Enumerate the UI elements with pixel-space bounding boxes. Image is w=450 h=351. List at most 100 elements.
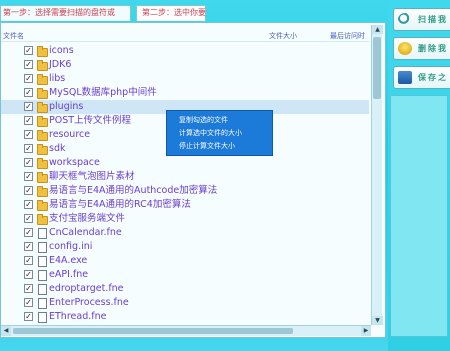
- row-name: 易语言与E4A通用的Authcode加密算法: [49, 185, 218, 196]
- row-name: config.ini: [49, 241, 93, 252]
- file-icon: [37, 228, 47, 239]
- row-name: plugins: [49, 101, 84, 112]
- file-icon: [37, 298, 47, 309]
- list-item[interactable]: ✓ EThread.fne: [1, 310, 369, 324]
- tab-step-2[interactable]: 第二步：选中你要删的: [136, 5, 206, 21]
- menu-item-calc-size[interactable]: 计算选中文件的大小: [167, 127, 272, 140]
- row-checkbox[interactable]: ✓: [24, 200, 33, 209]
- folder-icon: [37, 102, 48, 113]
- column-header-name[interactable]: 文件名: [3, 31, 24, 41]
- folder-icon: [37, 200, 48, 211]
- row-checkbox[interactable]: ✓: [24, 312, 33, 321]
- row-checkbox[interactable]: ✓: [24, 130, 33, 139]
- row-checkbox[interactable]: ✓: [24, 74, 33, 83]
- row-name: sdk: [49, 143, 66, 154]
- save-button[interactable]: 保存之: [393, 66, 450, 89]
- folder-icon: [37, 186, 48, 197]
- row-checkbox[interactable]: ✓: [24, 270, 33, 279]
- row-checkbox[interactable]: ✓: [24, 242, 33, 251]
- file-icon: [37, 284, 47, 295]
- file-list-panel: 文件名 文件大小 最后访问时 ✓ icons ✓ JDK6 ✓ libs ✓ MySQL数据库…: [0, 22, 386, 338]
- file-icon: [37, 256, 47, 267]
- folder-icon: [37, 172, 48, 183]
- row-checkbox[interactable]: ✓: [24, 158, 33, 167]
- folder-icon: [37, 130, 48, 141]
- row-name: CnCalendar.fne: [49, 227, 122, 238]
- row-checkbox[interactable]: ✓: [24, 60, 33, 69]
- tab-step-1[interactable]: 第一步：选择需要扫描的盘符或: [0, 5, 131, 21]
- file-icon: [37, 270, 47, 281]
- disk-icon: [398, 71, 412, 84]
- bulb-icon: [398, 42, 412, 55]
- row-name: POST上传文件例程: [49, 115, 132, 126]
- menu-item-stop-calc[interactable]: 停止计算文件大小: [167, 140, 272, 153]
- list-item[interactable]: ✓ EnterProcess.fne: [1, 296, 369, 310]
- scan-button-label: 扫描我: [418, 15, 448, 24]
- folder-icon: [37, 116, 48, 127]
- delete-button[interactable]: 删除我: [393, 37, 450, 60]
- list-item[interactable]: ✓ CnCalendar.fne: [1, 226, 369, 240]
- row-checkbox[interactable]: ✓: [24, 284, 33, 293]
- folder-icon: [37, 144, 48, 155]
- scroll-thumb[interactable]: [373, 37, 381, 99]
- folder-icon: [37, 60, 48, 71]
- file-rows: ✓ icons ✓ JDK6 ✓ libs ✓ MySQL数据库php中间件 ✓ plugins ✓…: [1, 44, 369, 324]
- row-name: 易语言与E4A通用的RC4加密算法: [49, 199, 191, 210]
- row-checkbox[interactable]: ✓: [24, 186, 33, 195]
- row-name: 聊天框气泡图片素材: [49, 171, 135, 182]
- menu-item-copy-checked[interactable]: 复制勾选的文件: [167, 114, 272, 127]
- row-checkbox[interactable]: ✓: [24, 298, 33, 307]
- row-name: EThread.fne: [49, 311, 107, 322]
- scroll-left-icon[interactable]: ◀: [1, 326, 11, 336]
- list-item[interactable]: ✓ 易语言与E4A通用的RC4加密算法: [1, 198, 369, 212]
- row-checkbox[interactable]: ✓: [24, 116, 33, 125]
- row-checkbox[interactable]: ✓: [24, 214, 33, 223]
- column-header-time[interactable]: 最后访问时: [330, 31, 365, 41]
- row-checkbox[interactable]: ✓: [24, 88, 33, 97]
- row-checkbox[interactable]: ✓: [24, 144, 33, 153]
- list-item[interactable]: ✓ MySQL数据库php中间件: [1, 86, 369, 100]
- search-icon: [398, 13, 412, 26]
- row-name: edroptarget.fne: [49, 283, 124, 294]
- scan-button[interactable]: 扫描我: [393, 8, 450, 31]
- row-name: libs: [49, 73, 66, 84]
- list-item[interactable]: ✓ config.ini: [1, 240, 369, 254]
- list-item[interactable]: ✓ libs: [1, 72, 369, 86]
- folder-icon: [37, 74, 48, 85]
- column-header-size[interactable]: 文件大小: [269, 31, 297, 41]
- vertical-scrollbar[interactable]: ▲ ▼: [371, 25, 383, 325]
- row-name: workspace: [49, 157, 100, 168]
- row-name: resource: [49, 129, 91, 140]
- list-item[interactable]: ✓ E4A.exe: [1, 254, 369, 268]
- folder-icon: [37, 88, 48, 99]
- row-name: JDK6: [49, 59, 72, 70]
- file-icon: [37, 242, 47, 253]
- delete-button-label: 删除我: [418, 44, 448, 53]
- row-checkbox[interactable]: ✓: [24, 172, 33, 181]
- list-item[interactable]: ✓ icons: [1, 44, 369, 58]
- row-checkbox[interactable]: ✓: [24, 228, 33, 237]
- list-item[interactable]: ✓ 支付宝服务端文件: [1, 212, 369, 226]
- list-item[interactable]: ✓ workspace: [1, 156, 369, 170]
- folder-icon: [37, 214, 48, 225]
- context-menu: 复制勾选的文件 计算选中文件的大小 停止计算文件大小: [166, 110, 273, 156]
- side-panel-area: [390, 95, 448, 337]
- scroll-right-icon[interactable]: ▶: [361, 326, 371, 336]
- scroll-up-icon[interactable]: ▲: [372, 25, 383, 34]
- list-item[interactable]: ✓ eAPI.fne: [1, 268, 369, 282]
- horizontal-scrollbar[interactable]: ◀ ▶: [1, 325, 371, 336]
- hscroll-thumb[interactable]: [13, 328, 293, 334]
- scroll-down-icon[interactable]: ▼: [372, 316, 383, 325]
- row-name: icons: [49, 45, 74, 56]
- row-checkbox[interactable]: ✓: [24, 256, 33, 265]
- row-name: E4A.exe: [49, 255, 88, 266]
- list-item[interactable]: ✓ JDK6: [1, 58, 369, 72]
- folder-icon: [37, 46, 48, 57]
- save-button-label: 保存之: [418, 73, 448, 82]
- list-item[interactable]: ✓ edroptarget.fne: [1, 282, 369, 296]
- row-checkbox[interactable]: ✓: [24, 102, 33, 111]
- row-checkbox[interactable]: ✓: [24, 46, 33, 55]
- list-item[interactable]: ✓ 易语言与E4A通用的Authcode加密算法: [1, 184, 369, 198]
- folder-icon: [37, 158, 48, 169]
- list-item[interactable]: ✓ 聊天框气泡图片素材: [1, 170, 369, 184]
